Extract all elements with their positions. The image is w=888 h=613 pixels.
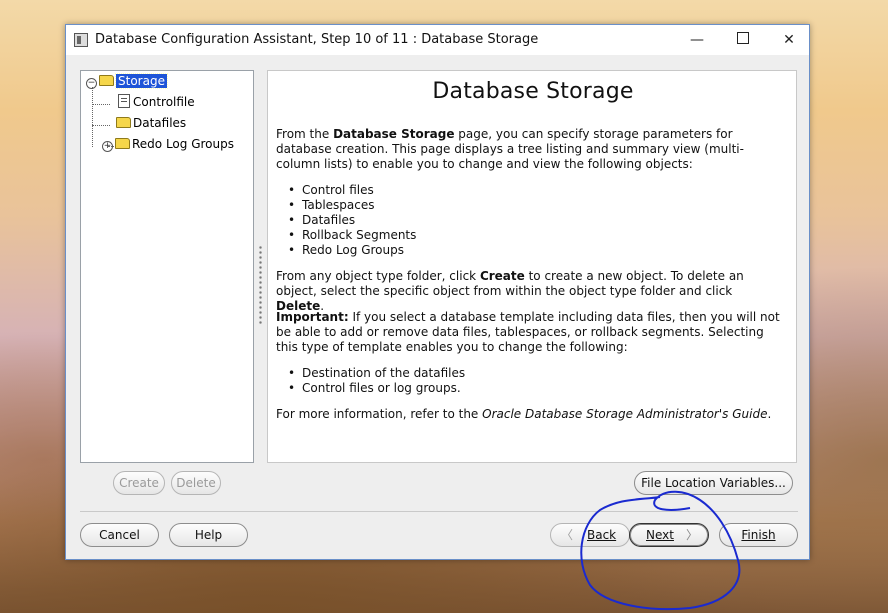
next-button[interactable]: Next 〉 (629, 523, 709, 547)
finish-button[interactable]: Finish (719, 523, 798, 547)
help-content-panel: Database Storage From the Database Stora… (267, 70, 797, 463)
create-delete-paragraph: From any object type folder, click Creat… (276, 269, 781, 314)
next-chevron-icon: 〉 (686, 528, 699, 542)
intro-bold: Database Storage (333, 127, 455, 141)
intro-paragraph: From the Database Storage page, you can … (276, 127, 781, 172)
tree-connector (92, 104, 110, 105)
guide-title: Oracle Database Storage Administrator's … (482, 407, 768, 421)
cancel-button[interactable]: Cancel (80, 523, 159, 547)
tree-label-redo-log-groups: Redo Log Groups (132, 137, 234, 151)
p2-bold-create: Create (479, 269, 525, 283)
file-location-variables-button[interactable]: File Location Variables... (634, 471, 793, 495)
minimize-button[interactable]: — (674, 25, 720, 55)
list-item: Control files or log groups. (288, 381, 461, 396)
tree-node-storage[interactable]: − Storage (86, 73, 168, 90)
close-button[interactable]: ✕ (766, 25, 812, 55)
folder-icon (116, 117, 131, 128)
important-label: Important: (276, 310, 349, 324)
back-label: Back (587, 528, 617, 542)
intro-text: From the (276, 127, 334, 141)
delete-button[interactable]: Delete (171, 471, 221, 495)
tree-label-datafiles: Datafiles (133, 116, 187, 130)
title-bar[interactable]: Database Configuration Assistant, Step 1… (66, 25, 809, 55)
dbca-window: Database Configuration Assistant, Step 1… (65, 24, 810, 560)
help-button[interactable]: Help (169, 523, 248, 547)
back-chevron-icon: 〈 (561, 528, 574, 542)
storage-tree[interactable]: − Storage Controlfile Datafiles + Redo Log… (80, 70, 254, 463)
p4-text: For more information, refer to the (276, 407, 483, 421)
tree-label-storage: Storage (115, 73, 168, 89)
folder-icon (115, 138, 130, 149)
page-heading: Database Storage (432, 79, 634, 104)
tree-node-datafiles[interactable]: Datafiles (116, 115, 186, 132)
list-item: Control files (288, 183, 374, 198)
tree-connector (92, 87, 93, 147)
list-item: Redo Log Groups (288, 243, 404, 258)
collapse-icon[interactable]: − (86, 78, 97, 89)
finish-label: Finish (741, 528, 776, 542)
list-item: Datafiles (288, 213, 355, 228)
expand-icon[interactable]: + (102, 141, 113, 152)
app-icon (74, 33, 88, 47)
controlfile-icon (118, 94, 130, 108)
maximize-button[interactable] (720, 25, 766, 55)
p4-period: . (767, 407, 772, 421)
window-title: Database Configuration Assistant, Step 1… (95, 32, 539, 47)
list-item: Rollback Segments (288, 228, 416, 243)
tree-node-controlfile[interactable]: Controlfile (118, 94, 195, 111)
tree-label-controlfile: Controlfile (133, 95, 195, 109)
tree-connector (92, 125, 110, 126)
list-item: Destination of the datafiles (288, 366, 465, 381)
important-text: If you select a database template includ… (276, 310, 780, 354)
divider (80, 511, 798, 512)
maximize-icon (737, 32, 749, 44)
back-button[interactable]: 〈 Back (550, 523, 630, 547)
folder-icon (99, 75, 114, 86)
pane-splitter[interactable] (259, 245, 262, 325)
tree-node-redo-log-groups[interactable]: + Redo Log Groups (102, 136, 234, 153)
important-paragraph: Important: If you select a database temp… (276, 310, 781, 355)
create-button[interactable]: Create (113, 471, 165, 495)
next-label: Next (646, 528, 674, 542)
more-info-paragraph: For more information, refer to the Oracl… (276, 407, 781, 422)
p2-text: From any object type folder, click (276, 269, 480, 283)
list-item: Tablespaces (288, 198, 374, 213)
